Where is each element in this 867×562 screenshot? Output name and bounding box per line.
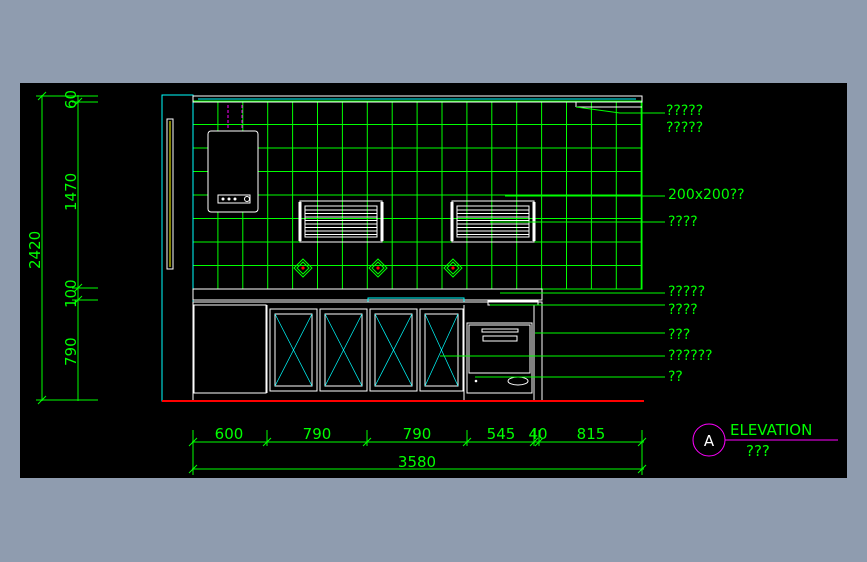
dim-v-790: 790 (62, 337, 80, 366)
dim-v-total: 2420 (26, 231, 44, 269)
cabinet-door (269, 308, 318, 392)
elevation-title: ELEVATION (730, 421, 812, 439)
label-cornice-2: ????? (666, 120, 703, 136)
decor-tile (293, 258, 313, 278)
dim-h-790-b: 790 (403, 425, 432, 443)
elevation-subtitle: ??? (746, 442, 770, 460)
cabinet-door (319, 308, 368, 392)
label-cabinet: ?????? (668, 348, 713, 364)
cabinet-open-left (193, 304, 267, 394)
elevation-marker: A ELEVATION ??? (692, 421, 838, 460)
range-hood-left (298, 200, 384, 243)
tile-wall (192, 100, 643, 290)
elevation-drawing: 60 1470 100 790 2420 ????? ????? 200x200… (26, 90, 838, 475)
label-door: ??? (668, 327, 690, 343)
dim-h-600: 600 (215, 425, 244, 443)
dim-h-790-a: 790 (303, 425, 332, 443)
dim-h-815: 815 (577, 425, 606, 443)
drawing-canvas: 60 1470 100 790 2420 ????? ????? 200x200… (20, 83, 847, 478)
label-edge: ???? (668, 302, 698, 318)
base-cabinets (192, 301, 543, 402)
cabinet-door (419, 308, 464, 392)
left-side-panel (161, 94, 194, 402)
label-countertop: ????? (668, 284, 705, 300)
dim-v-60: 60 (62, 90, 80, 109)
cabinet-door (369, 308, 418, 392)
dim-v-100: 100 (62, 279, 80, 308)
decor-tiles (293, 258, 463, 278)
label-tile-size: 200x200?? (668, 187, 745, 203)
label-range-hood: ???? (668, 214, 698, 230)
water-heater (207, 105, 259, 213)
decor-tile (368, 258, 388, 278)
dim-h-total: 3580 (398, 453, 436, 471)
label-appliance: ?? (668, 369, 683, 385)
dishwasher (466, 322, 533, 394)
dim-h-545: 545 (487, 425, 516, 443)
label-cornice-1: ????? (666, 103, 703, 119)
decor-tile (443, 258, 463, 278)
countertop (192, 288, 543, 306)
dim-v-1470: 1470 (62, 173, 80, 211)
dim-h-40: 40 (528, 425, 547, 443)
marker-letter: A (704, 432, 715, 450)
